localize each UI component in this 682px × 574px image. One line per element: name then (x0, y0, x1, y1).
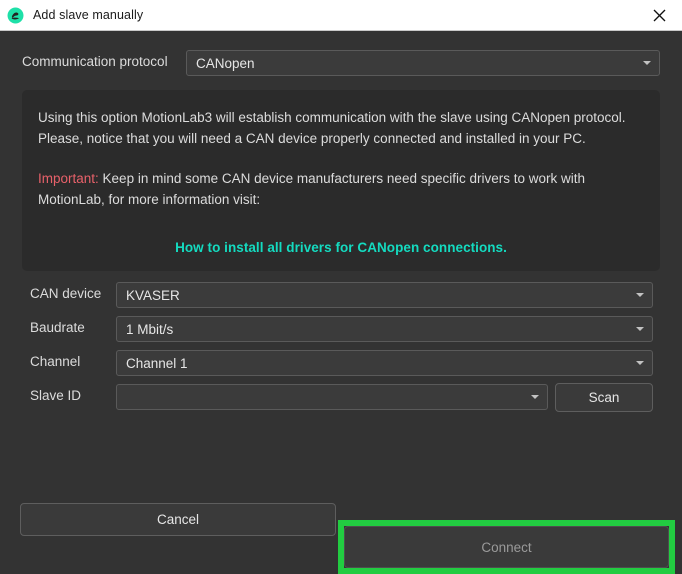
window-title: Add slave manually (33, 8, 143, 22)
info-paragraph-2: Important: Keep in mind some CAN device … (38, 168, 644, 210)
titlebar: Add slave manually (0, 0, 682, 31)
can-device-select[interactable]: KVASER (116, 282, 653, 308)
info-paragraph-1: Using this option MotionLab3 will establ… (38, 107, 644, 149)
slave-id-label: Slave ID (30, 388, 81, 403)
channel-label: Channel (30, 354, 80, 369)
slave-id-select[interactable] (116, 384, 548, 410)
channel-row: Channel Channel 1 (0, 350, 682, 376)
drivers-help-link[interactable]: How to install all drivers for CANopen c… (38, 237, 644, 258)
channel-value: Channel 1 (117, 356, 188, 371)
chevron-down-icon (531, 395, 539, 399)
slave-id-row: Slave ID Scan (0, 384, 682, 410)
communication-protocol-select[interactable]: CANopen (186, 50, 660, 76)
channel-select[interactable]: Channel 1 (116, 350, 653, 376)
scan-button[interactable]: Scan (555, 383, 653, 412)
important-label: Important: (38, 171, 99, 186)
can-device-row: CAN device KVASER (0, 282, 682, 308)
dialog-body: Communication protocol CANopen Using thi… (0, 31, 682, 552)
motionlab-logo-icon (7, 7, 24, 24)
can-device-label: CAN device (30, 286, 101, 301)
chevron-down-icon (636, 327, 644, 331)
chevron-down-icon (636, 293, 644, 297)
connect-button[interactable]: Connect (344, 526, 669, 568)
chevron-down-icon (636, 361, 644, 365)
info-paragraph-2-text: Keep in mind some CAN device manufacture… (38, 171, 585, 207)
communication-protocol-label: Communication protocol (22, 54, 168, 69)
cancel-button[interactable]: Cancel (20, 503, 336, 536)
communication-protocol-value: CANopen (187, 56, 255, 71)
communication-protocol-row: Communication protocol CANopen (0, 50, 682, 76)
close-icon[interactable] (637, 0, 682, 30)
info-panel: Using this option MotionLab3 will establ… (22, 90, 660, 271)
baudrate-select[interactable]: 1 Mbit/s (116, 316, 653, 342)
add-slave-dialog: Add slave manually Communication protoco… (0, 0, 682, 552)
can-device-value: KVASER (117, 288, 180, 303)
baudrate-row: Baudrate 1 Mbit/s (0, 316, 682, 342)
baudrate-label: Baudrate (30, 320, 85, 335)
chevron-down-icon (643, 61, 651, 65)
baudrate-value: 1 Mbit/s (117, 322, 173, 337)
